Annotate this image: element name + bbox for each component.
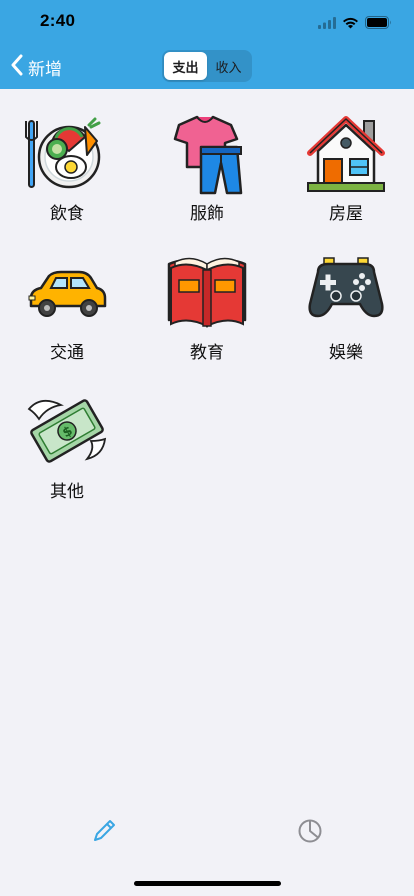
clothing-icon — [165, 111, 249, 195]
food-plate-icon — [25, 111, 109, 195]
status-bar: 2:40 — [0, 0, 414, 44]
home-indicator — [134, 881, 281, 886]
category-transport[interactable]: 交通 — [7, 228, 127, 363]
category-grid: 飲食 服飾 房屋 交通 教育 娛樂 $ 其他 — [0, 89, 414, 789]
gamepad-icon — [304, 250, 388, 334]
status-icons — [318, 14, 392, 33]
header: 2:40 新增 支出 收入 — [0, 0, 414, 89]
back-button[interactable]: 新增 — [10, 52, 62, 82]
segment-expense[interactable]: 支出 — [164, 52, 207, 80]
pencil-icon — [91, 818, 117, 848]
book-icon — [165, 250, 249, 334]
wifi-icon — [342, 14, 359, 33]
category-clothing[interactable]: 服飾 — [147, 89, 267, 224]
pie-chart-icon — [297, 818, 323, 848]
category-label: 教育 — [190, 343, 224, 363]
category-label: 服飾 — [190, 204, 224, 224]
battery-icon — [365, 14, 392, 33]
status-time: 2:40 — [40, 11, 76, 30]
category-label: 娛樂 — [329, 343, 363, 363]
nav-bar: 新增 支出 收入 — [0, 44, 414, 89]
category-label: 其他 — [50, 482, 84, 502]
category-education[interactable]: 教育 — [147, 228, 267, 363]
chevron-left-icon — [10, 54, 24, 80]
category-house[interactable]: 房屋 — [286, 89, 406, 224]
category-entertainment[interactable]: 娛樂 — [286, 228, 406, 363]
cellular-signal-icon — [318, 14, 336, 33]
tab-record[interactable] — [89, 818, 119, 848]
category-label: 交通 — [50, 343, 84, 363]
category-food[interactable]: 飲食 — [7, 89, 127, 224]
car-icon — [25, 250, 109, 334]
expense-income-segmented-control: 支出 收入 — [162, 50, 252, 82]
tab-bar — [0, 800, 414, 862]
category-label: 飲食 — [50, 204, 84, 224]
house-icon — [304, 111, 388, 195]
tab-statistics[interactable] — [295, 818, 325, 848]
flying-money-icon: $ — [25, 389, 109, 473]
category-label: 房屋 — [329, 204, 363, 224]
category-other[interactable]: $ 其他 — [7, 367, 127, 502]
segment-income[interactable]: 收入 — [207, 52, 250, 80]
back-label: 新增 — [28, 59, 62, 80]
